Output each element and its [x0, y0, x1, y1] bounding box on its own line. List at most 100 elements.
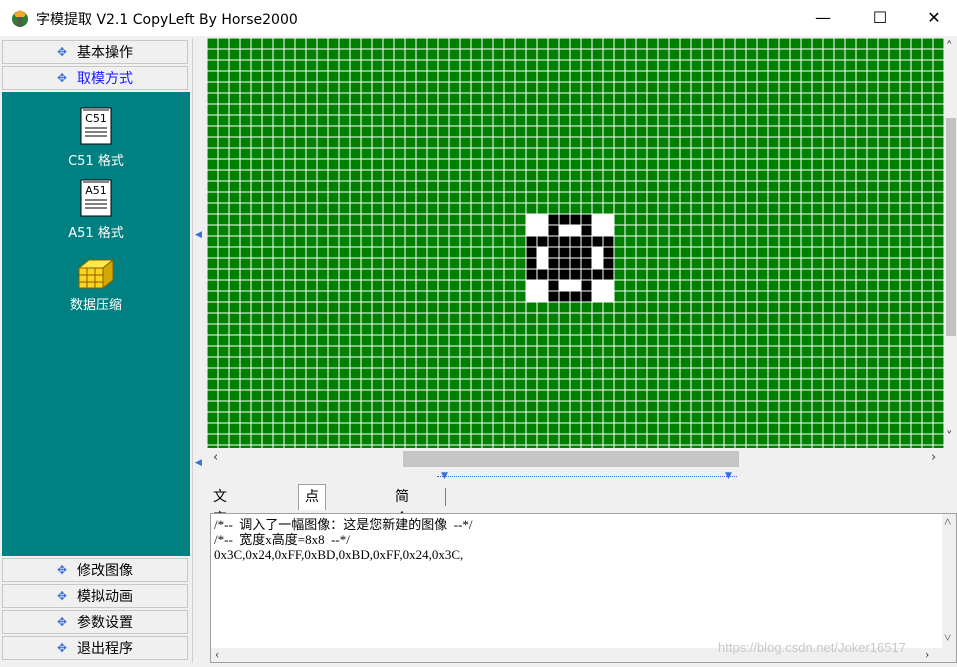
scroll-down-icon[interactable]: ˅ [944, 630, 951, 645]
scroll-right-icon[interactable]: › [925, 646, 929, 661]
pixel-cell[interactable] [559, 258, 570, 269]
pixel-editor[interactable] [205, 38, 957, 468]
collapse-left-icon[interactable]: ◀ [195, 458, 202, 468]
scroll-thumb[interactable] [946, 118, 956, 336]
pixel-cell[interactable] [581, 291, 592, 302]
pixel-cell[interactable] [570, 291, 581, 302]
pixel-cell[interactable] [548, 225, 559, 236]
pixel-cell[interactable] [603, 269, 614, 280]
editor-horizontal-scrollbar[interactable]: ‹ › [207, 449, 945, 469]
pixel-cell[interactable] [537, 258, 548, 269]
close-button[interactable]: ✕ [911, 0, 957, 36]
output-vertical-scrollbar[interactable]: ˄ ˅ [942, 514, 956, 662]
collapse-down-icon[interactable]: ▼ [725, 471, 732, 481]
pixel-cell[interactable] [548, 269, 559, 280]
pixel-cell[interactable] [559, 225, 570, 236]
pixel-cell[interactable] [592, 280, 603, 291]
tool-data-compress[interactable]: 数据压缩 [2, 256, 190, 313]
pixel-cell[interactable] [559, 269, 570, 280]
scroll-down-icon[interactable]: ˅ [946, 430, 953, 445]
pixel-grid[interactable] [207, 38, 944, 448]
sidebar-button-modulo-mode[interactable]: ✥ 取模方式 [2, 66, 188, 90]
pixel-cell[interactable] [548, 247, 559, 258]
pixel-cell[interactable] [603, 236, 614, 247]
pixel-cell[interactable] [592, 258, 603, 269]
pixel-cell[interactable] [603, 225, 614, 236]
scroll-left-icon[interactable]: ‹ [213, 450, 218, 465]
pixel-cell[interactable] [537, 225, 548, 236]
scroll-up-icon[interactable]: ˄ [946, 40, 953, 55]
tab-text-input[interactable]: 文字输入区 [207, 486, 233, 593]
pixel-cell[interactable] [581, 280, 592, 291]
pixel-cell[interactable] [537, 280, 548, 291]
pixel-cell[interactable] [559, 280, 570, 291]
tool-a51-format[interactable]: A51 A51 格式 [2, 178, 190, 241]
pixel-cell[interactable] [537, 269, 548, 280]
pixel-cell[interactable] [526, 236, 537, 247]
pixel-cell[interactable] [570, 214, 581, 225]
tool-c51-format[interactable]: C51 C51 格式 [2, 106, 190, 169]
horizontal-splitter[interactable]: ▼ ▼ [205, 470, 957, 484]
sidebar-button-modify-image[interactable]: ✥ 修改图像 [2, 558, 188, 582]
pixel-cell[interactable] [581, 214, 592, 225]
vertical-splitter[interactable]: ◀ ◀ [192, 38, 203, 663]
cross-arrows-icon: ✥ [56, 641, 68, 655]
pixel-cell[interactable] [570, 247, 581, 258]
pixel-cell[interactable] [570, 225, 581, 236]
minimize-button[interactable]: — [800, 0, 846, 36]
pixel-cell[interactable] [559, 247, 570, 258]
pixel-cell[interactable] [526, 258, 537, 269]
pixel-cell[interactable] [570, 236, 581, 247]
pixel-cell[interactable] [592, 236, 603, 247]
sidebar-button-simulate-animation[interactable]: ✥ 模拟动画 [2, 584, 188, 608]
sidebar-button-settings[interactable]: ✥ 参数设置 [2, 610, 188, 634]
pixel-cell[interactable] [581, 236, 592, 247]
pixel-cell[interactable] [581, 258, 592, 269]
scroll-up-icon[interactable]: ˄ [944, 514, 951, 529]
pixel-cell[interactable] [570, 280, 581, 291]
pixel-cell[interactable] [537, 247, 548, 258]
tab-matrix-output[interactable]: 点阵生成区 [298, 484, 326, 601]
pixel-cell[interactable] [526, 214, 537, 225]
pixel-cell[interactable] [603, 247, 614, 258]
tab-intro[interactable]: 简介 [389, 486, 415, 527]
pixel-cell[interactable] [581, 247, 592, 258]
pixel-cell[interactable] [603, 214, 614, 225]
pixel-cell[interactable] [548, 258, 559, 269]
pixel-cell[interactable] [548, 280, 559, 291]
pixel-cell[interactable] [537, 214, 548, 225]
pixel-cell[interactable] [603, 258, 614, 269]
pixel-cell[interactable] [548, 214, 559, 225]
pixel-cell[interactable] [526, 291, 537, 302]
sidebar-button-exit[interactable]: ✥ 退出程序 [2, 636, 188, 660]
pixel-cell[interactable] [603, 280, 614, 291]
pixel-cell[interactable] [548, 236, 559, 247]
pixel-cell[interactable] [537, 291, 548, 302]
pixel-cell[interactable] [526, 225, 537, 236]
pixel-cell[interactable] [603, 291, 614, 302]
pixel-cell[interactable] [592, 214, 603, 225]
pixel-cell[interactable] [592, 291, 603, 302]
pixel-cell[interactable] [526, 280, 537, 291]
pixel-cell[interactable] [592, 269, 603, 280]
pixel-cell[interactable] [581, 225, 592, 236]
pixel-cell[interactable] [570, 258, 581, 269]
pixel-cell[interactable] [592, 247, 603, 258]
pixel-cell[interactable] [559, 236, 570, 247]
pixel-cell[interactable] [581, 269, 592, 280]
maximize-button[interactable]: ☐ [857, 0, 903, 36]
pixel-cell[interactable] [526, 247, 537, 258]
editor-vertical-scrollbar[interactable]: ˄ ˅ [944, 38, 957, 450]
scroll-right-icon[interactable]: › [931, 450, 936, 465]
pixel-cell[interactable] [559, 214, 570, 225]
pixel-cell[interactable] [526, 269, 537, 280]
pixel-cell[interactable] [559, 291, 570, 302]
pixel-cell[interactable] [592, 225, 603, 236]
collapse-left-icon[interactable]: ◀ [195, 230, 202, 240]
scroll-thumb[interactable] [403, 451, 739, 467]
scroll-left-icon[interactable]: ‹ [215, 646, 219, 661]
pixel-cell[interactable] [548, 291, 559, 302]
pixel-cell[interactable] [537, 236, 548, 247]
sidebar-button-basic-ops[interactable]: ✥ 基本操作 [2, 40, 188, 64]
pixel-cell[interactable] [570, 269, 581, 280]
